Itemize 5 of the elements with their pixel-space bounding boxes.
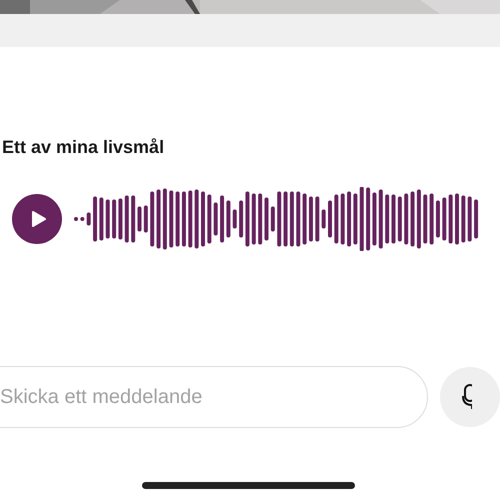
message-input-field[interactable]: Skicka ett meddelande [0, 366, 428, 428]
play-icon [30, 210, 46, 228]
play-button[interactable] [12, 194, 62, 244]
microphone-icon [462, 384, 472, 410]
message-title: Ett av mina livsmål [2, 136, 166, 159]
